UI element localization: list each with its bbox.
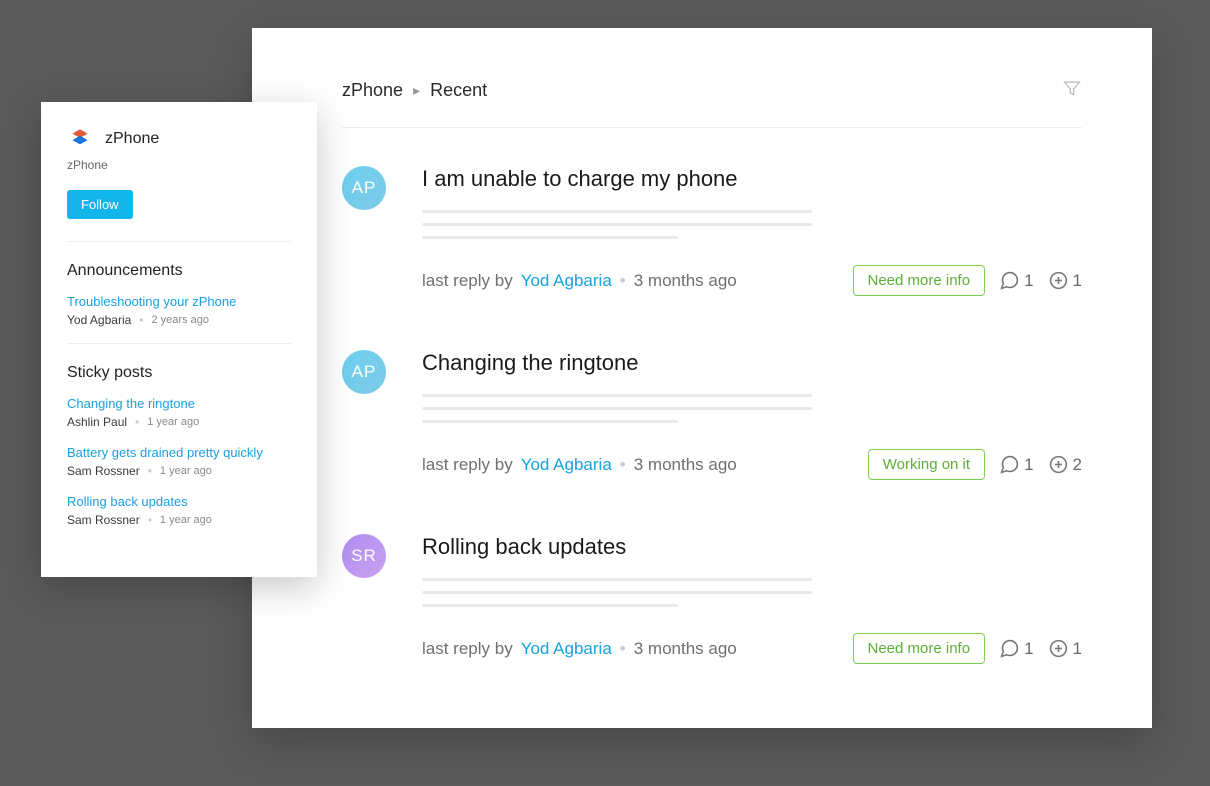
sticky-author: Sam Rossner (67, 513, 140, 527)
reply-time: 3 months ago (634, 639, 737, 659)
avatar: AP (342, 166, 386, 210)
reply-prefix: last reply by (422, 271, 513, 291)
plus-circle-icon (1048, 270, 1069, 291)
dot-separator: • (148, 513, 152, 527)
filter-icon[interactable] (1062, 78, 1082, 103)
avatar: AP (342, 350, 386, 394)
dot-separator: • (135, 415, 139, 429)
thread-preview-ghost (422, 210, 1082, 239)
product-subtitle: zPhone (67, 158, 291, 172)
comment-count[interactable]: 1 (999, 454, 1033, 475)
reply-time: 3 months ago (634, 455, 737, 475)
dot-separator: • (620, 455, 626, 475)
chevron-right-icon: ▸ (413, 82, 420, 99)
forum-main-panel: zPhone ▸ Recent AP I am unable to charge… (252, 28, 1152, 728)
sticky-section: Sticky posts Changing the ringtone Ashli… (67, 364, 291, 527)
reply-time: 3 months ago (634, 271, 737, 291)
sidebar-card: zPhone zPhone Follow Announcements Troub… (41, 102, 317, 577)
upvote-count-value: 2 (1073, 455, 1082, 475)
comment-icon (999, 638, 1020, 659)
divider (67, 241, 291, 242)
comment-count[interactable]: 1 (999, 270, 1033, 291)
product-logo-icon (67, 126, 93, 152)
sticky-author: Ashlin Paul (67, 415, 127, 429)
thread-stats: Working on it 1 2 (868, 449, 1082, 480)
thread-footer: last reply by Yod Agbaria • 3 months ago… (422, 265, 1082, 296)
status-badge: Need more info (853, 265, 986, 296)
status-badge: Need more info (853, 633, 986, 664)
section-title-sticky: Sticky posts (67, 364, 291, 382)
upvote-count[interactable]: 2 (1048, 454, 1082, 475)
thread-stats: Need more info 1 1 (853, 633, 1083, 664)
sticky-meta: Ashlin Paul • 1 year ago (67, 415, 291, 429)
sticky-author: Sam Rossner (67, 464, 140, 478)
sticky-time: 1 year ago (147, 416, 199, 428)
breadcrumb-current: Recent (430, 80, 487, 101)
sticky-time: 1 year ago (160, 465, 212, 477)
thread-item[interactable]: AP I am unable to charge my phone last r… (342, 166, 1082, 296)
thread-body: Changing the ringtone last reply by Yod … (422, 350, 1082, 480)
announcement-link[interactable]: Troubleshooting your zPhone (67, 294, 291, 309)
reply-meta: last reply by Yod Agbaria • 3 months ago (422, 271, 737, 291)
announcement-meta: Yod Agbaria • 2 years ago (67, 313, 291, 327)
status-badge: Working on it (868, 449, 985, 480)
thread-footer: last reply by Yod Agbaria • 3 months ago… (422, 633, 1082, 664)
upvote-count-value: 1 (1073, 639, 1082, 659)
thread-stats: Need more info 1 1 (853, 265, 1083, 296)
thread-footer: last reply by Yod Agbaria • 3 months ago… (422, 449, 1082, 480)
announcement-author: Yod Agbaria (67, 313, 131, 327)
thread-item[interactable]: AP Changing the ringtone last reply by Y… (342, 350, 1082, 480)
reply-meta: last reply by Yod Agbaria • 3 months ago (422, 455, 737, 475)
breadcrumb: zPhone ▸ Recent (342, 80, 487, 101)
dot-separator: • (139, 313, 143, 327)
comment-count-value: 1 (1024, 271, 1033, 291)
thread-title[interactable]: Rolling back updates (422, 534, 1082, 560)
upvote-count[interactable]: 1 (1048, 638, 1082, 659)
comment-count[interactable]: 1 (999, 638, 1033, 659)
reply-meta: last reply by Yod Agbaria • 3 months ago (422, 639, 737, 659)
reply-prefix: last reply by (422, 455, 513, 475)
plus-circle-icon (1048, 638, 1069, 659)
dot-separator: • (148, 464, 152, 478)
announcements-section: Announcements Troubleshooting your zPhon… (67, 262, 291, 327)
sticky-link[interactable]: Battery gets drained pretty quickly (67, 445, 291, 460)
thread-title[interactable]: Changing the ringtone (422, 350, 1082, 376)
product-name: zPhone (105, 130, 159, 148)
sidebar-header: zPhone (67, 126, 291, 152)
comment-count-value: 1 (1024, 639, 1033, 659)
sticky-time: 1 year ago (160, 514, 212, 526)
plus-circle-icon (1048, 454, 1069, 475)
reply-author-link[interactable]: Yod Agbaria (521, 455, 612, 475)
thread-title[interactable]: I am unable to charge my phone (422, 166, 1082, 192)
follow-button[interactable]: Follow (67, 190, 133, 219)
breadcrumb-root[interactable]: zPhone (342, 80, 403, 101)
upvote-count-value: 1 (1073, 271, 1082, 291)
avatar: SR (342, 534, 386, 578)
sticky-meta: Sam Rossner • 1 year ago (67, 513, 291, 527)
section-title-announcements: Announcements (67, 262, 291, 280)
sticky-link[interactable]: Changing the ringtone (67, 396, 291, 411)
upvote-count[interactable]: 1 (1048, 270, 1082, 291)
thread-preview-ghost (422, 578, 1082, 607)
thread-body: Rolling back updates last reply by Yod A… (422, 534, 1082, 664)
comment-count-value: 1 (1024, 455, 1033, 475)
reply-author-link[interactable]: Yod Agbaria (521, 639, 612, 659)
dot-separator: • (620, 639, 626, 659)
thread-item[interactable]: SR Rolling back updates last reply by Yo… (342, 534, 1082, 664)
thread-body: I am unable to charge my phone last repl… (422, 166, 1082, 296)
divider (67, 343, 291, 344)
thread-preview-ghost (422, 394, 1082, 423)
breadcrumb-row: zPhone ▸ Recent (342, 78, 1082, 128)
dot-separator: • (620, 271, 626, 291)
announcement-time: 2 years ago (152, 314, 209, 326)
sticky-meta: Sam Rossner • 1 year ago (67, 464, 291, 478)
comment-icon (999, 454, 1020, 475)
reply-author-link[interactable]: Yod Agbaria (521, 271, 612, 291)
sticky-link[interactable]: Rolling back updates (67, 494, 291, 509)
reply-prefix: last reply by (422, 639, 513, 659)
comment-icon (999, 270, 1020, 291)
